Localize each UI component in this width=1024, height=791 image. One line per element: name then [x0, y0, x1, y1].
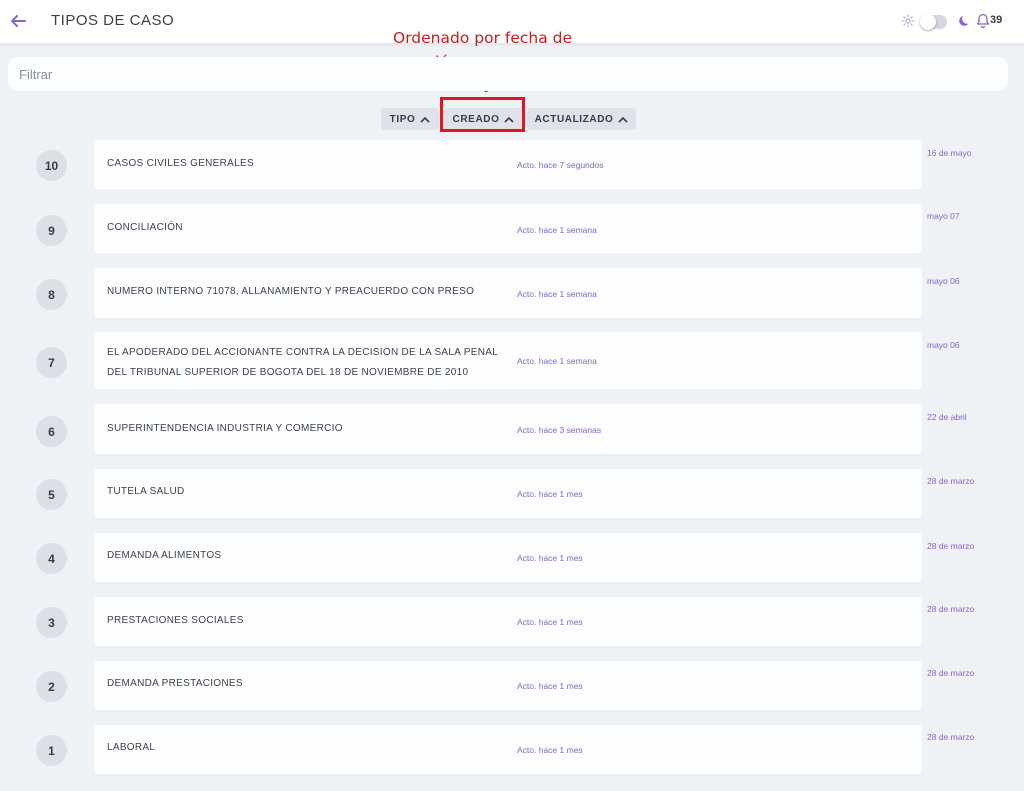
row-number-badge: 4 — [36, 543, 67, 574]
sun-icon — [901, 14, 915, 28]
case-type-title: NUMERO INTERNO 71078, ALLANAMIENTO Y PRE… — [107, 286, 475, 297]
moon-icon — [958, 14, 972, 28]
filter-input[interactable] — [8, 57, 1008, 91]
notification-count: 39 — [990, 14, 1003, 26]
updated-time: Acto. hace 1 semana — [517, 289, 597, 299]
row-number-badge: 9 — [36, 215, 67, 246]
created-date: 16 de mayo — [927, 148, 972, 158]
case-type-title: DEMANDA ALIMENTOS — [107, 550, 222, 561]
row-number-badge: 3 — [36, 607, 67, 638]
updated-time: Acto. hace 1 mes — [517, 617, 583, 627]
annotation-highlight-box — [440, 97, 525, 132]
bell-icon[interactable] — [976, 13, 990, 29]
filter-container — [8, 57, 1008, 91]
updated-time: Acto. hace 1 mes — [517, 489, 583, 499]
list-item[interactable]: DEMANDA PRESTACIONES Acto. hace 1 mes — [94, 661, 922, 710]
updated-time: Acto. hace 1 mes — [517, 553, 583, 563]
updated-time: Acto. hace 3 semanas — [517, 425, 602, 435]
created-date: 28 de marzo — [927, 732, 975, 742]
list-item[interactable]: LABORAL Acto. hace 1 mes — [94, 725, 922, 774]
row-number-badge: 6 — [36, 416, 67, 447]
created-date: 28 de marzo — [927, 668, 975, 678]
case-type-title: LABORAL — [107, 742, 156, 753]
list-item[interactable]: CASOS CIVILES GENERALES Acto. hace 7 seg… — [94, 140, 922, 189]
row-number-badge: 8 — [36, 279, 67, 310]
list-item[interactable]: DEMANDA ALIMENTOS Acto. hace 1 mes — [94, 533, 922, 582]
list-item[interactable]: SUPERINTENDENCIA INDUSTRIA Y COMERCIO Ac… — [94, 404, 922, 454]
created-date: mayo 07 — [927, 211, 960, 221]
created-date: 28 de marzo — [927, 604, 975, 614]
chevron-up-icon — [420, 116, 430, 123]
list-item[interactable]: EL APODERADO DEL ACCIONANTE CONTRA LA DE… — [94, 332, 922, 389]
list-item[interactable]: CONCILIACIÓN Acto. hace 1 semana — [94, 204, 922, 253]
row-number-badge: 10 — [36, 150, 67, 181]
updated-time: Acto. hace 1 mes — [517, 745, 583, 755]
created-date: 28 de marzo — [927, 476, 975, 486]
sort-actualizado-label: ACTUALIZADO — [534, 113, 614, 125]
row-number-badge: 1 — [36, 735, 67, 766]
created-date: 22 de abril — [927, 412, 967, 422]
updated-time: Acto. hace 1 semana — [517, 225, 597, 235]
updated-time: Acto. hace 7 segundos — [517, 160, 604, 170]
back-arrow-icon[interactable] — [9, 12, 27, 30]
list-item[interactable]: TUTELA SALUD Acto. hace 1 mes — [94, 469, 922, 518]
case-type-title: EL APODERADO DEL ACCIONANTE CONTRA LA DE… — [107, 347, 498, 378]
row-number-badge: 2 — [36, 671, 67, 702]
case-type-title: TUTELA SALUD — [107, 486, 185, 497]
updated-time: Acto. hace 1 semana — [517, 356, 597, 366]
case-type-title: DEMANDA PRESTACIONES — [107, 678, 243, 689]
list-item[interactable]: PRESTACIONES SOCIALES Acto. hace 1 mes — [94, 597, 922, 646]
page-title: TIPOS DE CASO — [51, 12, 175, 29]
annotation-line-1: Ordenado por fecha de — [393, 29, 573, 47]
list-item[interactable]: NUMERO INTERNO 71078, ALLANAMIENTO Y PRE… — [94, 268, 922, 318]
case-type-title: CASOS CIVILES GENERALES — [107, 158, 254, 169]
created-date: mayo 06 — [927, 340, 960, 350]
case-type-title: SUPERINTENDENCIA INDUSTRIA Y COMERCIO — [107, 423, 343, 434]
row-number-badge: 5 — [36, 479, 67, 510]
theme-toggle[interactable] — [920, 14, 947, 30]
row-number-badge: 7 — [36, 347, 67, 378]
sort-tipo-label: TIPO — [389, 113, 416, 125]
created-date: 28 de marzo — [927, 541, 975, 551]
chevron-up-icon — [618, 116, 628, 123]
sort-tipo-button[interactable]: TIPO — [381, 108, 439, 130]
case-type-title: PRESTACIONES SOCIALES — [107, 615, 244, 626]
case-type-title: CONCILIACIÓN — [107, 222, 183, 233]
toggle-knob — [920, 14, 936, 30]
sort-actualizado-button[interactable]: ACTUALIZADO — [527, 108, 636, 130]
updated-time: Acto. hace 1 mes — [517, 681, 583, 691]
created-date: mayo 06 — [927, 276, 960, 286]
